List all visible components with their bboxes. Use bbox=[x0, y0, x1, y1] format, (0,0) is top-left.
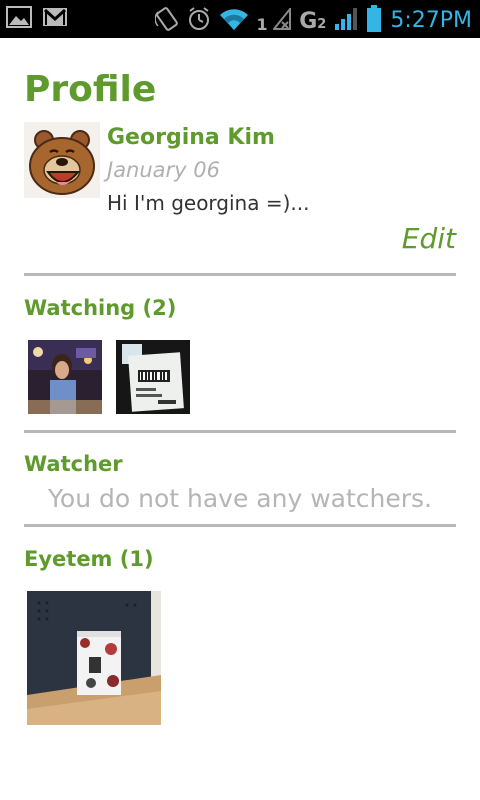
battery-icon bbox=[366, 5, 382, 37]
bear-avatar-icon bbox=[24, 122, 100, 198]
sim-label: 1 bbox=[256, 15, 268, 34]
clock: 5:27PM bbox=[390, 8, 472, 33]
watcher-empty-message: You do not have any watchers. bbox=[47, 484, 433, 513]
profile-name: Georgina Kim bbox=[107, 125, 275, 150]
status-bar-notifications bbox=[6, 6, 68, 32]
watching-header: Watching (2) bbox=[24, 296, 177, 320]
network-label: G bbox=[299, 8, 318, 34]
item-photo-icon bbox=[27, 591, 161, 725]
signal-icon bbox=[334, 7, 358, 35]
watching-thumbnail[interactable] bbox=[28, 340, 102, 414]
status-bar-system: 1 G2 5:27PM bbox=[153, 5, 472, 37]
network-sub-label: 2 bbox=[317, 16, 327, 32]
avatar[interactable] bbox=[24, 122, 100, 198]
profile-date: January 06 bbox=[107, 158, 221, 182]
person-photo-icon bbox=[28, 340, 102, 414]
product-label-photo-icon bbox=[116, 340, 190, 414]
divider bbox=[24, 273, 456, 276]
sim-slot-icon: 1 bbox=[256, 6, 292, 34]
watching-thumbnail[interactable] bbox=[116, 340, 190, 414]
status-bar: 1 G2 5:27PM bbox=[0, 0, 480, 38]
edit-button[interactable]: Edit bbox=[402, 222, 456, 255]
gmail-icon bbox=[42, 6, 68, 32]
eyetem-header: Eyetem (1) bbox=[24, 547, 154, 571]
divider bbox=[24, 524, 456, 527]
watcher-header: Watcher bbox=[24, 452, 123, 476]
divider bbox=[24, 430, 456, 433]
eyetem-thumbnail[interactable] bbox=[27, 591, 161, 725]
picture-icon bbox=[6, 6, 32, 32]
network-type-icon: G2 bbox=[299, 9, 326, 34]
wifi-icon bbox=[219, 6, 249, 36]
page-title: Profile bbox=[24, 69, 157, 110]
alarm-icon bbox=[187, 6, 211, 36]
profile-bio: Hi I'm georgina =)... bbox=[107, 191, 310, 215]
rotation-lock-icon bbox=[153, 6, 179, 36]
